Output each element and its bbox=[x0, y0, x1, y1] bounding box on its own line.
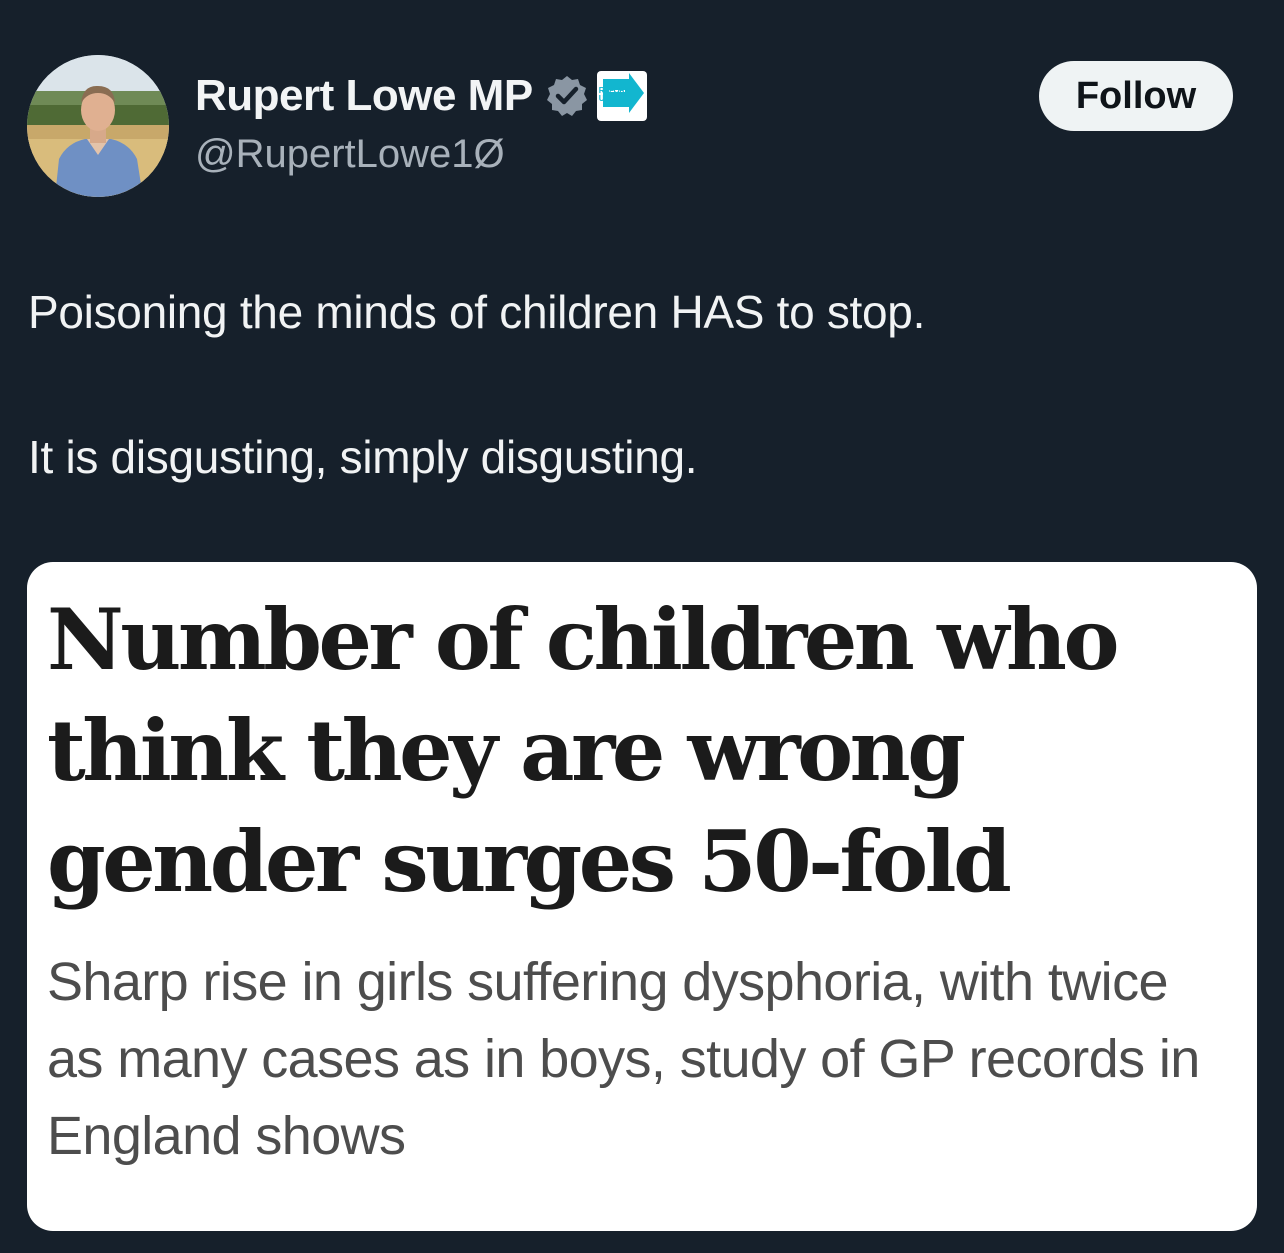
article-standfirst: Sharp rise in girls suffering dysphoria,… bbox=[47, 952, 1200, 1166]
author-handle[interactable]: @RupertLowe1Ø bbox=[195, 132, 505, 177]
profile-photo bbox=[27, 55, 169, 197]
follow-button[interactable]: Follow bbox=[1039, 61, 1233, 131]
article-headline: Number of children who think they are wr… bbox=[47, 590, 1120, 911]
verified-badge-icon[interactable] bbox=[545, 74, 589, 118]
author-name-row: Rupert Lowe MP REFORM UK bbox=[195, 70, 647, 122]
avatar[interactable] bbox=[27, 55, 169, 197]
reform-uk-badge-icon[interactable]: REFORM UK bbox=[596, 71, 647, 121]
reform-badge-text: REFORM UK bbox=[598, 86, 632, 103]
display-name[interactable]: Rupert Lowe MP bbox=[195, 71, 533, 121]
tweet-text-line-2: It is disgusting, simply disgusting. bbox=[28, 431, 698, 483]
article-image-card[interactable]: Number of children who think they are wr… bbox=[27, 562, 1257, 1231]
tweet-text-line-1: Poisoning the minds of children HAS to s… bbox=[28, 286, 926, 338]
